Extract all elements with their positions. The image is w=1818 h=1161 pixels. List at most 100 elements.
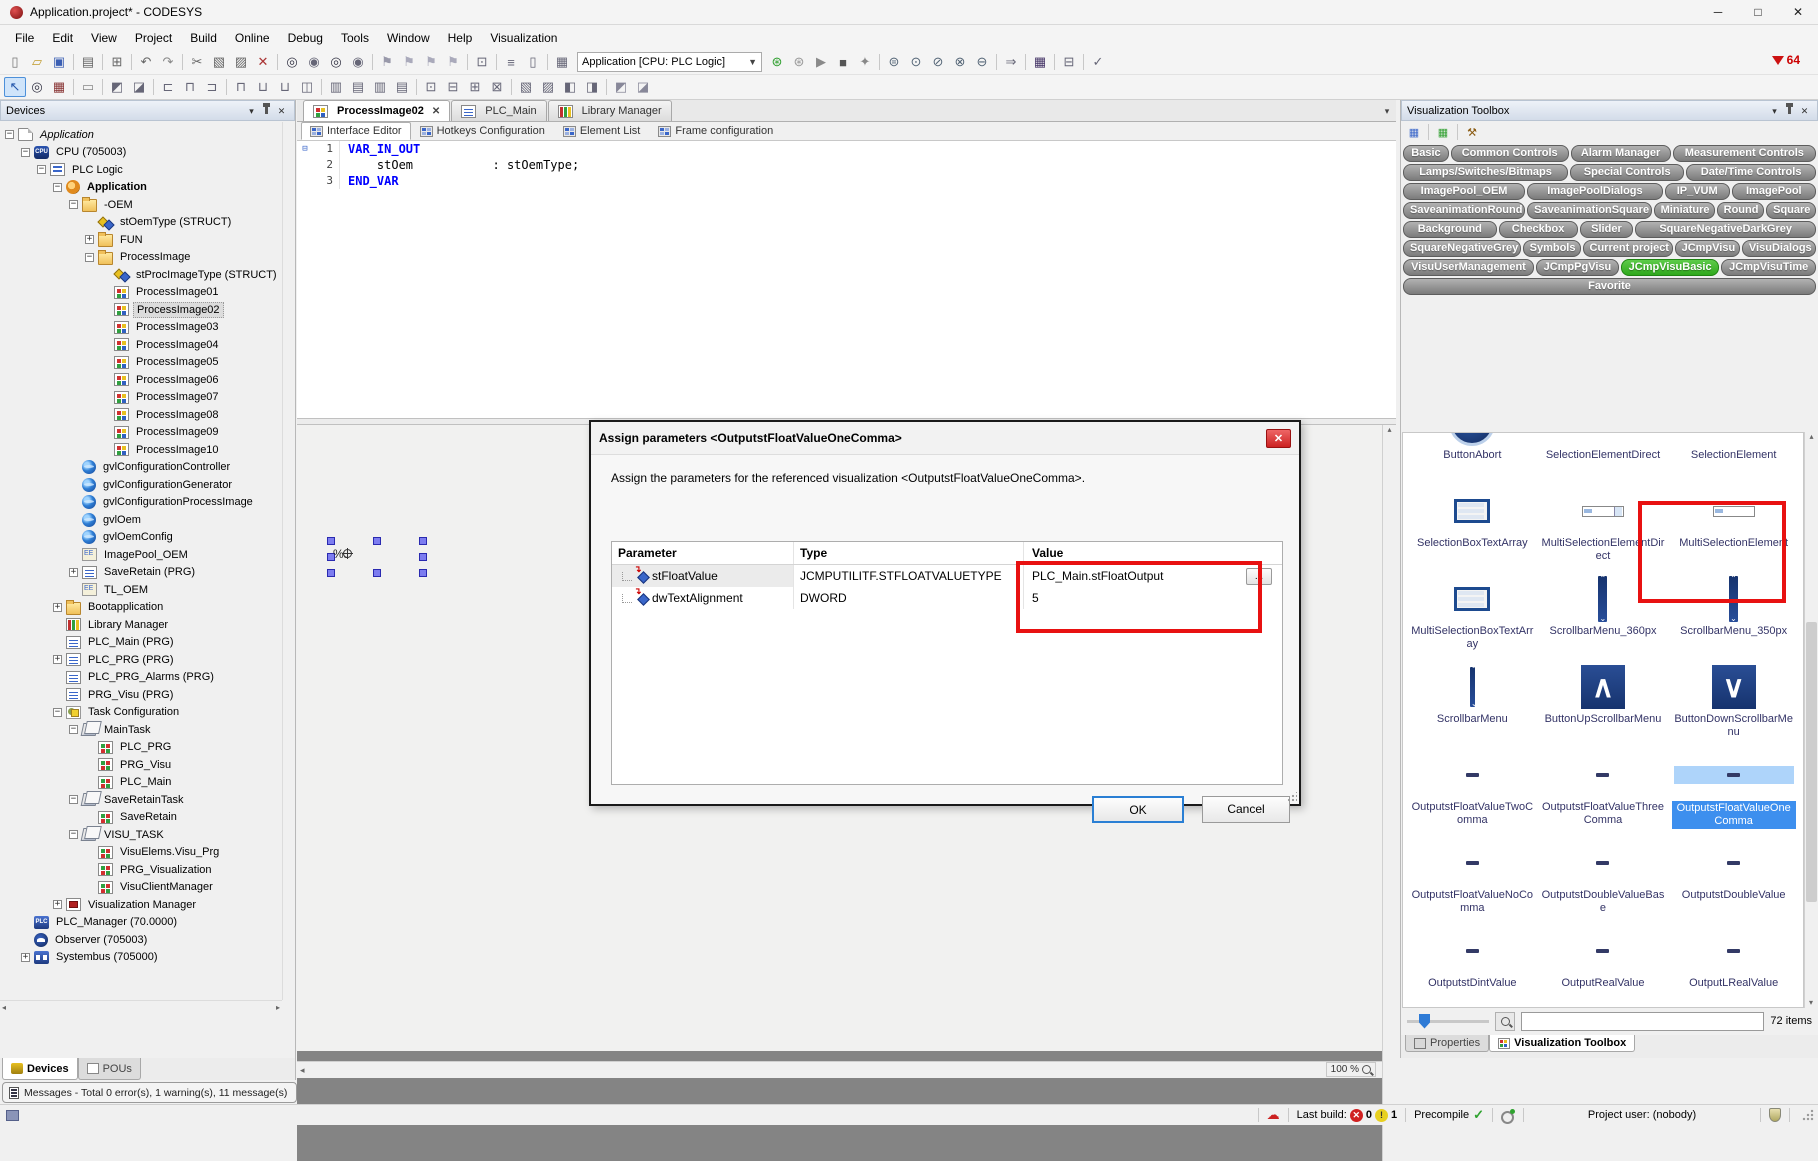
undo-icon[interactable]: ↶	[135, 52, 157, 72]
tree-item-fun[interactable]: +FUN	[1, 231, 282, 249]
tab-pous[interactable]: POUs	[78, 1058, 141, 1080]
tree-item-stoemtype-struct[interactable]: stOemType (STRUCT)	[1, 214, 282, 232]
tree-item-processimage06[interactable]: ProcessImage06	[1, 371, 282, 389]
delete-icon[interactable]: ✕	[252, 52, 274, 72]
canvas-horizontal-scrollbar[interactable]: ◂	[297, 1061, 1382, 1078]
menu-file[interactable]: File	[6, 27, 43, 49]
cut-icon[interactable]: ✂	[186, 52, 208, 72]
menu-edit[interactable]: Edit	[43, 27, 82, 49]
reset-icon[interactable]: ✦	[854, 52, 876, 72]
align-center-icon[interactable]: ⊓	[179, 77, 201, 97]
tree-item-processimage03[interactable]: ProcessImage03	[1, 319, 282, 337]
tree-item-processimage08[interactable]: ProcessImage08	[1, 406, 282, 424]
category-jcmpvisutime[interactable]: JCmpVisuTime	[1721, 259, 1816, 276]
copy-special-icon[interactable]: ⊞	[106, 52, 128, 72]
tree-expander-icon[interactable]: −	[53, 708, 62, 717]
toolbox-item-outputstdintvalue[interactable]: OutputstDintValue	[1407, 925, 1538, 1008]
run-to-cursor-icon[interactable]: ⊗	[949, 52, 971, 72]
tree-expander-icon[interactable]: −	[85, 253, 94, 262]
step-over-icon[interactable]: ⊜	[883, 52, 905, 72]
toolbox-item-buttonupscrollbarmenu[interactable]: ∧ButtonUpScrollbarMenu	[1538, 661, 1669, 749]
tab-visualization-toolbox[interactable]: Visualization Toolbox	[1489, 1035, 1635, 1052]
scrollbar-thumb[interactable]	[1806, 622, 1817, 902]
tree-item-prg-visu[interactable]: PRG_Visu	[1, 756, 282, 774]
page-setup-icon[interactable]: ▯	[522, 52, 544, 72]
tree-expander-icon[interactable]: −	[69, 830, 78, 839]
tab-devices[interactable]: Devices	[2, 1058, 78, 1080]
align-bottom-icon[interactable]: ⊔	[274, 77, 296, 97]
toolbox-list-view-icon[interactable]: ▦	[1434, 124, 1452, 141]
tree-item-application[interactable]: −Application	[1, 126, 282, 144]
subtab-element-list[interactable]: Element List	[554, 122, 650, 140]
toolbox-items-scrollbar[interactable]: ▴▾	[1804, 432, 1818, 1008]
tree-expander-icon[interactable]: +	[85, 235, 94, 244]
tree-item-plc-manager-70-0000[interactable]: PLCPLC_Manager (70.0000)	[1, 914, 282, 932]
tree-item-processimage09[interactable]: ProcessImage09	[1, 424, 282, 442]
save-visu-as-icon[interactable]: ◪	[128, 77, 150, 97]
category-ip-vum[interactable]: IP_VUM	[1665, 183, 1730, 200]
align-top-icon[interactable]: ⊓	[230, 77, 252, 97]
new-file-icon[interactable]: ▯	[4, 52, 26, 72]
align-middle-icon[interactable]: ⊔	[252, 77, 274, 97]
category-jcmpvisubasic[interactable]: JCmpVisuBasic	[1621, 259, 1720, 276]
bring-front-icon[interactable]: ◧	[559, 77, 581, 97]
tree-item-gvloemconfig[interactable]: gvlOemConfig	[1, 529, 282, 547]
tree-item-plc-prg-alarms-prg[interactable]: PLC_PRG_Alarms (PRG)	[1, 669, 282, 687]
tree-item-visuclientmanager[interactable]: VisuClientManager	[1, 879, 282, 897]
selection-handle-sw[interactable]	[327, 569, 335, 577]
fold-marker-icon[interactable]: ⊟	[297, 141, 313, 157]
tree-item-processimage07[interactable]: ProcessImage07	[1, 389, 282, 407]
group-icon[interactable]: ▧	[515, 77, 537, 97]
tree-item-systembus-705000[interactable]: +Systembus (705000)	[1, 949, 282, 967]
menu-tools[interactable]: Tools	[332, 27, 378, 49]
tree-item-processimage[interactable]: −ProcessImage	[1, 249, 282, 267]
toolbox-item-selectionelementdirect[interactable]: SelectionElementDirect	[1538, 432, 1669, 485]
tree-item-saveretain-prg[interactable]: +SaveRetain (PRG)	[1, 564, 282, 582]
tree-item-stprocimagetype-struct[interactable]: stProcImageType (STRUCT)	[1, 266, 282, 284]
tree-item-task-configuration[interactable]: −Task Configuration	[1, 704, 282, 722]
tab-overflow-button[interactable]: ▾	[1378, 100, 1396, 121]
tree-item-saveretaintask[interactable]: −SaveRetainTask	[1, 791, 282, 809]
close-tab-icon[interactable]: ✕	[432, 106, 440, 117]
save-icon[interactable]: ▣	[48, 52, 70, 72]
tree-item-plc-prg-prg[interactable]: +PLC_PRG (PRG)	[1, 651, 282, 669]
tree-item-gvlconfigurationcontroller[interactable]: gvlConfigurationController	[1, 459, 282, 477]
tree-expander-icon[interactable]: +	[53, 603, 62, 612]
category-current-project[interactable]: Current project	[1583, 240, 1673, 257]
dialog-resize-grip[interactable]	[1287, 792, 1297, 802]
devices-menu-button[interactable]: ▾	[244, 104, 259, 118]
toolbox-item-selectionelement[interactable]: SelectionElement	[1668, 432, 1799, 485]
subtab-frame-configuration[interactable]: Frame configuration	[649, 122, 782, 140]
bookmark-clear-icon[interactable]: ⚑	[442, 52, 464, 72]
toolbox-item-outputstfloatvaluetwocomma[interactable]: OutputstFloatValueTwoComma	[1407, 749, 1538, 837]
print-icon[interactable]: ▤	[77, 52, 99, 72]
tree-expander-icon[interactable]: −	[69, 200, 78, 209]
tree-expander-icon[interactable]: +	[21, 953, 30, 962]
tree-expander-icon[interactable]: +	[69, 568, 78, 577]
menu-visualization[interactable]: Visualization	[481, 27, 566, 49]
selection-handle-n[interactable]	[373, 537, 381, 545]
space-h-icon[interactable]: ▥	[325, 77, 347, 97]
order-front-icon[interactable]: ⊡	[420, 77, 442, 97]
tree-item-gvlconfigurationgenerator[interactable]: gvlConfigurationGenerator	[1, 476, 282, 494]
menu-window[interactable]: Window	[378, 27, 439, 49]
selection-handle-s[interactable]	[373, 569, 381, 577]
options-dropdown-icon[interactable]: ≡	[500, 52, 522, 72]
tree-item-gvlconfigurationprocessimage[interactable]: gvlConfigurationProcessImage	[1, 494, 282, 512]
menu-debug[interactable]: Debug	[279, 27, 332, 49]
tree-expander-icon[interactable]: −	[21, 148, 30, 157]
toolbox-item-outputstfloatvalueonecomma[interactable]: OutputstFloatValueOneComma	[1668, 749, 1799, 837]
check-all-icon[interactable]: ✓	[1087, 52, 1109, 72]
subtab-hotkeys-configuration[interactable]: Hotkeys Configuration	[411, 122, 554, 140]
close-button[interactable]: ✕	[1778, 0, 1818, 24]
order-backward-icon[interactable]: ⊠	[486, 77, 508, 97]
tree-expander-icon[interactable]: +	[53, 900, 62, 909]
category-squarenegativegrey[interactable]: SquareNegativeGrey	[1403, 240, 1521, 257]
tree-expander-icon[interactable]: +	[53, 655, 62, 664]
tree-item-prg-visu-prg[interactable]: PRG_Visu (PRG)	[1, 686, 282, 704]
toolbox-item-selectionboxtextarray[interactable]: SelectionBoxTextArray	[1407, 485, 1538, 573]
tree-item-cpu-705003[interactable]: −CPUCPU (705003)	[1, 144, 282, 162]
device-tree-vertical-scrollbar[interactable]	[282, 122, 295, 1000]
category-date-time-controls[interactable]: Date/Time Controls	[1686, 164, 1816, 181]
tree-item-plc-prg[interactable]: PLC_PRG	[1, 739, 282, 757]
